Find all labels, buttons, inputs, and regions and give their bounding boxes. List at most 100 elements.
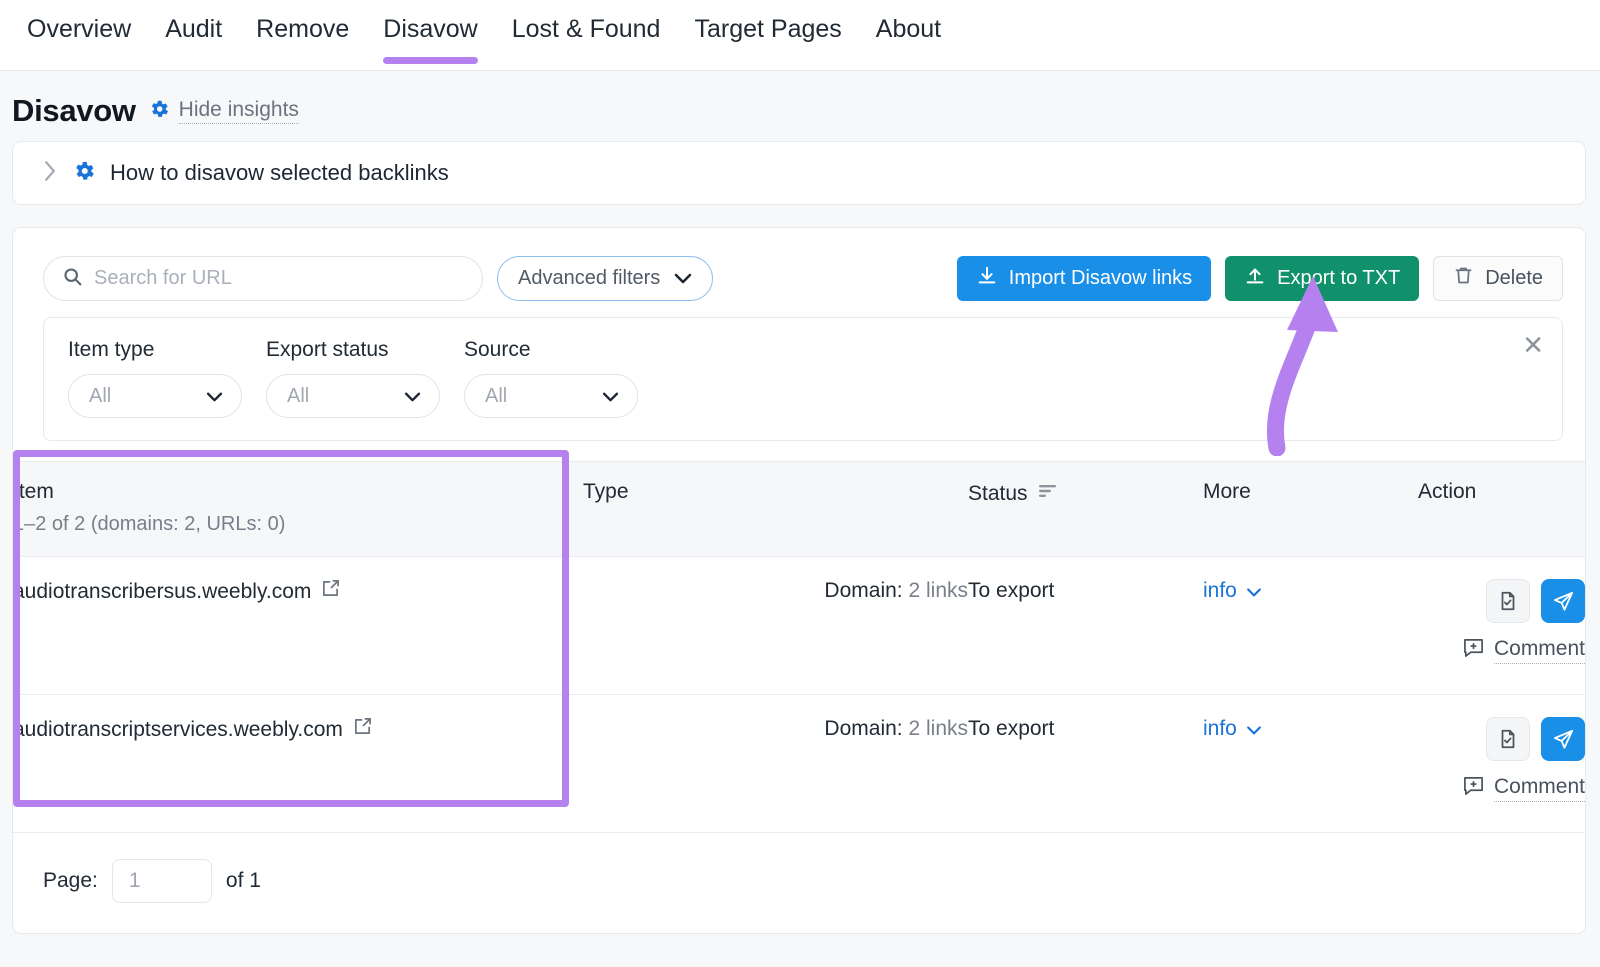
chevron-down-icon	[1246, 717, 1262, 741]
mark-as-exported-button[interactable]	[1486, 717, 1530, 761]
advanced-filters-dropdown[interactable]: Advanced filters	[497, 256, 714, 301]
search-placeholder: Search for URL	[94, 267, 232, 289]
source-value: All	[485, 384, 508, 407]
insights-title: How to disavow selected backlinks	[110, 160, 449, 185]
insights-accordion[interactable]: How to disavow selected backlinks	[12, 141, 1586, 205]
external-link-icon[interactable]	[321, 579, 340, 604]
nav-tab-target-pages[interactable]: Target Pages	[677, 0, 858, 71]
search-input[interactable]: Search for URL	[43, 256, 483, 301]
export-to-txt-button[interactable]: Export to TXT	[1225, 256, 1420, 301]
action-buttons: Comment	[1418, 717, 1585, 802]
action-icon-row	[1486, 579, 1585, 623]
download-icon	[976, 265, 998, 293]
filter-label: Export status	[266, 338, 389, 361]
nav-tab-overview[interactable]: Overview	[10, 0, 148, 71]
nav-tab-lost-and-found[interactable]: Lost & Found	[495, 0, 678, 71]
nav-tab-label: About	[875, 15, 942, 43]
export-status-select[interactable]: All	[266, 374, 440, 418]
filter-label: Source	[464, 338, 531, 361]
comment-label: Comment	[1493, 637, 1585, 664]
cell-item: audiotranscribersus.weebly.com	[13, 556, 583, 695]
info-label: info	[1203, 717, 1237, 740]
mark-as-exported-button[interactable]	[1486, 579, 1530, 623]
hide-insights-label: Hide insights	[178, 98, 299, 125]
nav-tab-disavow[interactable]: Disavow	[366, 0, 494, 71]
page-number-input[interactable]: 1	[111, 859, 212, 903]
chevron-down-icon	[1246, 579, 1262, 603]
type-label: Domain:	[824, 717, 903, 740]
table-body: audiotranscribersus.weebly.com Domain: 2…	[13, 556, 1585, 833]
item-type-value: All	[89, 384, 112, 407]
filter-group-item-type: Item type All	[68, 338, 242, 418]
type-value: 2 links	[908, 579, 968, 602]
chevron-down-icon	[206, 385, 223, 408]
filter-panel: Item type All Export status All Source A…	[43, 317, 1563, 441]
table-row: audiotranscriptservices.weebly.com Domai…	[13, 694, 1585, 833]
column-header-action: Action	[1418, 461, 1585, 557]
comment-label: Comment	[1493, 775, 1585, 802]
action-icon-row	[1486, 717, 1585, 761]
comment-link[interactable]: Comment	[1463, 637, 1585, 664]
gear-icon	[72, 159, 96, 188]
disavow-main-card: Search for URL Advanced filters Import D…	[12, 227, 1586, 934]
column-header-status[interactable]: Status	[968, 461, 1203, 557]
cell-status: To export	[968, 556, 1203, 695]
nav-tab-audit[interactable]: Audit	[148, 0, 239, 71]
disavow-table: Item 1–2 of 2 (domains: 2, URLs: 0) Type…	[13, 461, 1585, 833]
nav-tab-label: Disavow	[383, 15, 478, 43]
export-status-value: All	[287, 384, 310, 407]
cell-action: Comment	[1418, 556, 1585, 695]
filter-group-export-status: Export status All	[266, 338, 440, 418]
nav-tab-label: Overview	[27, 15, 132, 43]
search-icon	[62, 266, 83, 292]
table-head: Item 1–2 of 2 (domains: 2, URLs: 0) Type…	[13, 461, 1585, 557]
cell-more: info	[1203, 694, 1418, 833]
status-text: To export	[968, 717, 1055, 740]
chevron-right-icon	[43, 160, 58, 186]
item-header-label: Item	[13, 480, 54, 503]
type-label: Domain:	[824, 579, 903, 602]
hide-insights-toggle[interactable]: Hide insights	[148, 98, 299, 125]
nav-tab-remove[interactable]: Remove	[239, 0, 366, 71]
action-buttons: Comment	[1418, 579, 1585, 664]
delete-button[interactable]: Delete	[1433, 256, 1563, 301]
sort-icon[interactable]	[1039, 480, 1057, 504]
page-label: Page:	[43, 869, 98, 892]
close-filters-icon[interactable]: ✕	[1522, 332, 1544, 358]
delete-label: Delete	[1485, 267, 1543, 289]
cell-type: Domain: 2 links	[583, 694, 968, 833]
item-type-select[interactable]: All	[68, 374, 242, 418]
nav-tab-about[interactable]: About	[859, 0, 958, 71]
column-header-type[interactable]: Type	[583, 461, 968, 557]
comment-icon	[1463, 775, 1484, 802]
send-button[interactable]	[1541, 579, 1585, 623]
comment-icon	[1463, 637, 1484, 664]
advanced-filters-label: Advanced filters	[518, 267, 661, 289]
info-dropdown[interactable]: info	[1203, 717, 1262, 741]
comment-link[interactable]: Comment	[1463, 775, 1585, 802]
nav-tab-label: Lost & Found	[511, 15, 661, 43]
chevron-down-icon	[602, 385, 619, 408]
domain-text: audiotranscribersus.weebly.com	[13, 579, 312, 603]
total-pages-label: of 1	[225, 869, 261, 892]
page-number-value: 1	[128, 869, 141, 892]
nav-tab-label: Audit	[165, 15, 223, 43]
chevron-down-icon	[404, 385, 421, 408]
filter-label: Item type	[68, 338, 155, 361]
type-value: 2 links	[908, 717, 968, 740]
nav-tab-label: Remove	[256, 15, 350, 43]
info-label: info	[1203, 579, 1237, 602]
table-row: audiotranscribersus.weebly.com Domain: 2…	[13, 556, 1585, 695]
domain-text: audiotranscriptservices.weebly.com	[13, 717, 343, 741]
import-disavow-links-button[interactable]: Import Disavow links	[956, 256, 1212, 301]
item-count-label: 1–2 of 2 (domains: 2, URLs: 0)	[13, 513, 286, 535]
info-dropdown[interactable]: info	[1203, 579, 1262, 603]
domain-link[interactable]: audiotranscribersus.weebly.com	[13, 579, 340, 604]
column-header-item: Item 1–2 of 2 (domains: 2, URLs: 0)	[13, 461, 583, 557]
pagination: Page: 1 of 1	[13, 833, 1585, 933]
domain-link[interactable]: audiotranscriptservices.weebly.com	[13, 717, 372, 742]
send-button[interactable]	[1541, 717, 1585, 761]
source-select[interactable]: All	[464, 374, 638, 418]
export-label: Export to TXT	[1277, 267, 1401, 289]
external-link-icon[interactable]	[353, 717, 372, 742]
